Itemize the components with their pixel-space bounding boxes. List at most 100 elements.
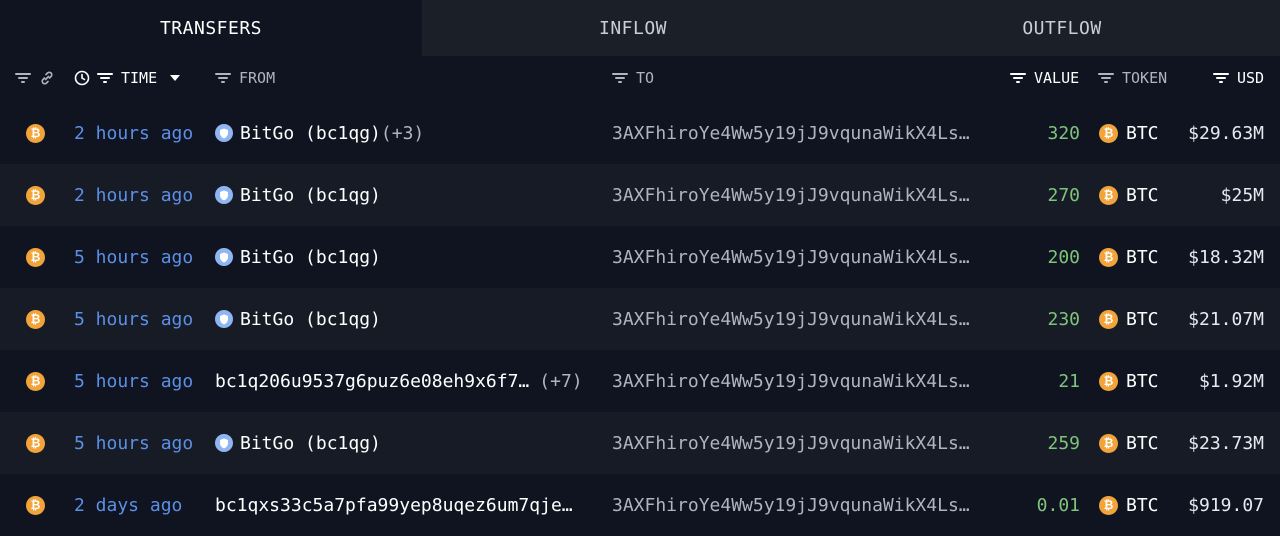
time-link[interactable]: 5 hours ago [74,288,193,350]
token-cell[interactable]: ₿ BTC [1099,102,1159,164]
chain-cell: ₿ [26,288,45,350]
from-label: bc1qxs33c5a7pfa99yep8uqez6um7qje… [215,494,573,516]
bitcoin-icon: ₿ [1099,185,1118,205]
bitcoin-icon: ₿ [1099,433,1118,453]
token-symbol: BTC [1126,246,1159,268]
table-row[interactable]: ₿ 5 hours ago bc1q206u9537g6puz6e08eh9x6… [0,350,1280,412]
tab-bar: TRANSFERS INFLOW OUTFLOW [0,0,1280,56]
bitcoin-icon: ₿ [1099,123,1118,143]
usd-amount: $18.32M [1188,246,1264,268]
token-symbol: BTC [1126,494,1159,516]
bitcoin-icon: ₿ [1099,495,1118,515]
filter-icon[interactable] [15,72,31,84]
bitgo-shield-icon [215,124,233,142]
token-cell[interactable]: ₿ BTC [1099,164,1159,226]
time-link[interactable]: 2 hours ago [74,164,193,226]
bitcoin-icon: ₿ [26,309,45,329]
bitcoin-icon: ₿ [26,371,45,391]
bitcoin-icon: ₿ [26,495,45,515]
table-row[interactable]: ₿ 5 hours ago BitGo (bc1qg) 3AXFhiroYe4W… [0,412,1280,474]
token-symbol: BTC [1126,308,1159,330]
bitcoin-icon: ₿ [1099,309,1118,329]
chain-cell: ₿ [26,412,45,474]
table-row[interactable]: ₿ 5 hours ago BitGo (bc1qg) 3AXFhiroYe4W… [0,288,1280,350]
to-address[interactable]: 3AXFhiroYe4Ww5y19jJ9vqunaWikX4Ls… [612,226,970,288]
filter-icon[interactable] [215,72,231,84]
token-symbol: BTC [1126,432,1159,454]
link-icon[interactable] [39,70,55,86]
to-column-header[interactable]: TO [612,56,654,100]
from-label: BitGo (bc1qg) [240,246,381,268]
value-amount: 230 [1047,308,1080,330]
to-address[interactable]: 3AXFhiroYe4Ww5y19jJ9vqunaWikX4Ls… [612,350,970,412]
time-link[interactable]: 2 hours ago [74,102,193,164]
from-address[interactable]: BitGo (bc1qg) [215,412,381,474]
table-row[interactable]: ₿ 2 hours ago BitGo (bc1qg) (+3) 3AXFhiro… [0,102,1280,164]
from-label: bc1q206u9537g6puz6e08eh9x6f7… [215,370,530,392]
bitgo-shield-icon [215,434,233,452]
clock-icon [74,70,90,86]
token-symbol: BTC [1126,184,1159,206]
filter-icon[interactable] [97,72,113,84]
bitcoin-icon: ₿ [1099,371,1118,391]
from-extra-count[interactable]: (+7) [539,371,582,392]
to-label: TO [636,69,655,87]
filter-icon[interactable] [1098,72,1114,84]
to-address[interactable]: 3AXFhiroYe4Ww5y19jJ9vqunaWikX4Ls… [612,412,970,474]
to-address[interactable]: 3AXFhiroYe4Ww5y19jJ9vqunaWikX4Ls… [612,102,970,164]
from-label: FROM [239,69,276,87]
token-column-header[interactable]: TOKEN [1098,56,1167,100]
value-label: VALUE [1034,69,1080,87]
time-link[interactable]: 5 hours ago [74,350,193,412]
usd-column-header[interactable]: USD [1213,56,1264,100]
sort-desc-icon[interactable] [169,74,181,82]
bitcoin-icon: ₿ [26,123,45,143]
bitgo-shield-icon [215,310,233,328]
chain-cell: ₿ [26,350,45,412]
tab-inflow[interactable]: INFLOW [422,0,844,56]
time-column-header[interactable]: TIME [74,56,181,100]
usd-amount: $23.73M [1188,432,1264,454]
coin-filter[interactable] [15,56,55,100]
chain-cell: ₿ [26,226,45,288]
filter-icon[interactable] [1010,72,1026,84]
from-address[interactable]: bc1q206u9537g6puz6e08eh9x6f7… (+7) [215,350,583,412]
from-address[interactable]: BitGo (bc1qg) [215,288,381,350]
token-symbol: BTC [1126,370,1159,392]
token-cell[interactable]: ₿ BTC [1099,350,1159,412]
time-link[interactable]: 5 hours ago [74,412,193,474]
usd-amount: $29.63M [1188,122,1264,144]
from-address[interactable]: BitGo (bc1qg) [215,164,381,226]
to-address[interactable]: 3AXFhiroYe4Ww5y19jJ9vqunaWikX4Ls… [612,288,970,350]
value-column-header[interactable]: VALUE [1010,56,1079,100]
table-row[interactable]: ₿ 5 hours ago BitGo (bc1qg) 3AXFhiroYe4W… [0,226,1280,288]
time-link[interactable]: 5 hours ago [74,226,193,288]
from-label: BitGo (bc1qg) [240,184,381,206]
table-row[interactable]: ₿ 2 hours ago BitGo (bc1qg) 3AXFhiroYe4W… [0,164,1280,226]
bitcoin-icon: ₿ [26,433,45,453]
bitgo-shield-icon [215,248,233,266]
chain-cell: ₿ [26,102,45,164]
chain-cell: ₿ [26,164,45,226]
value-amount: 21 [1058,370,1080,392]
from-address[interactable]: BitGo (bc1qg) (+3) [215,102,424,164]
to-address[interactable]: 3AXFhiroYe4Ww5y19jJ9vqunaWikX4Ls… [612,164,970,226]
from-column-header[interactable]: FROM [215,56,275,100]
usd-amount: $1.92M [1198,370,1264,392]
filter-icon[interactable] [612,72,628,84]
token-label: TOKEN [1122,69,1168,87]
from-extra-count[interactable]: (+3) [381,123,424,144]
value-amount: 259 [1047,432,1080,454]
filter-icon[interactable] [1213,72,1229,84]
table-header: TIME FROM TO VALUE TOKEN USD [0,56,1280,100]
tab-outflow[interactable]: OUTFLOW [844,0,1280,56]
from-label: BitGo (bc1qg) [240,122,381,144]
token-cell[interactable]: ₿ BTC [1099,288,1159,350]
tab-transfers[interactable]: TRANSFERS [0,0,422,56]
from-address[interactable]: BitGo (bc1qg) [215,226,381,288]
value-amount: 200 [1047,246,1080,268]
token-cell[interactable]: ₿ BTC [1099,226,1159,288]
bitcoin-icon: ₿ [26,185,45,205]
value-amount: 270 [1047,184,1080,206]
token-cell[interactable]: ₿ BTC [1099,412,1159,474]
